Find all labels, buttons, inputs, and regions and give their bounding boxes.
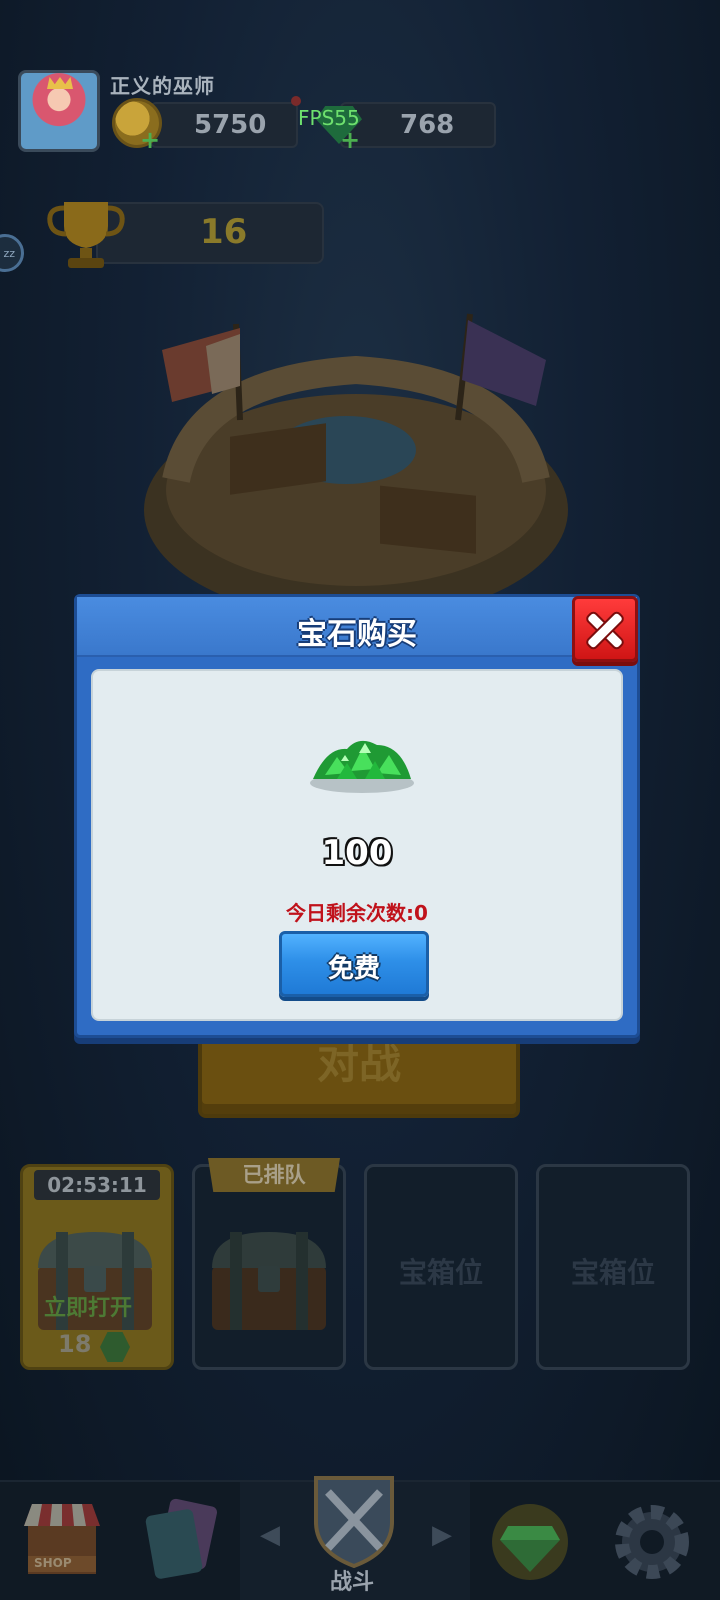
nav-left-arrow[interactable]: ◀ [260,1520,280,1550]
close-button[interactable] [572,596,638,662]
add-gems-button[interactable]: + [340,128,360,152]
empty-slot-label: 宝箱位 [570,1256,655,1289]
chest-slot-4[interactable]: 宝箱位 [536,1164,690,1370]
gem-icon [492,1504,568,1580]
trophy-icon [47,202,125,268]
chest-timer: 02:53:11 [34,1170,160,1200]
cards-icon [145,1498,218,1579]
queued-badge: 已排队 [208,1158,340,1192]
shop-label: SHOP [34,1556,72,1570]
empty-slot-label: 宝箱位 [398,1256,483,1289]
gem-purchase-dialog: 宝石购买 100 今日剩余次数:0 免费 [74,594,640,1038]
gear-icon [615,1505,689,1579]
arena-illustration [144,313,568,610]
free-button-label: 免费 [327,954,380,984]
nav-right-arrow[interactable]: ▶ [432,1520,452,1550]
player-name: 正义的巫师 [110,74,215,98]
dialog-header: 宝石购买 [77,597,637,657]
gem-amount: 100 [321,833,393,873]
remaining-count: 今日剩余次数:0 [286,901,428,925]
battle-swords-icon [314,1476,394,1568]
crown-icon [47,77,73,89]
gold-counter: 5750 [150,102,298,148]
nav-tab-cards[interactable] [120,1482,240,1600]
player-avatar[interactable] [18,70,100,152]
notification-dot [291,96,301,106]
gem-pile-icon [310,740,414,793]
add-gold-button[interactable]: + [140,128,160,152]
gold-value: 5750 [194,110,267,140]
chest-slot-3[interactable]: 宝箱位 [364,1164,518,1370]
nav-tab-gems[interactable] [470,1482,590,1600]
fps-counter: FPS55 [298,106,360,130]
chest-gem-cost: 18 [58,1330,92,1358]
open-now-label[interactable]: 立即打开 [44,1290,132,1322]
gem-value: 768 [400,110,455,140]
trophy-value: 16 [200,212,248,252]
battle-button-label: 对战 [316,1039,401,1088]
gem-counter: 768 [340,102,496,148]
free-button[interactable]: 免费 [279,931,429,997]
nav-tab-settings[interactable] [590,1482,720,1600]
battle-tab-label: 战斗 [330,1570,375,1595]
nav-tab-shop[interactable]: SHOP [0,1482,120,1600]
dialog-title: 宝石购买 [297,617,417,652]
chest-icon [212,1232,326,1330]
dialog-body: 100 今日剩余次数:0 免费 [91,669,623,1021]
